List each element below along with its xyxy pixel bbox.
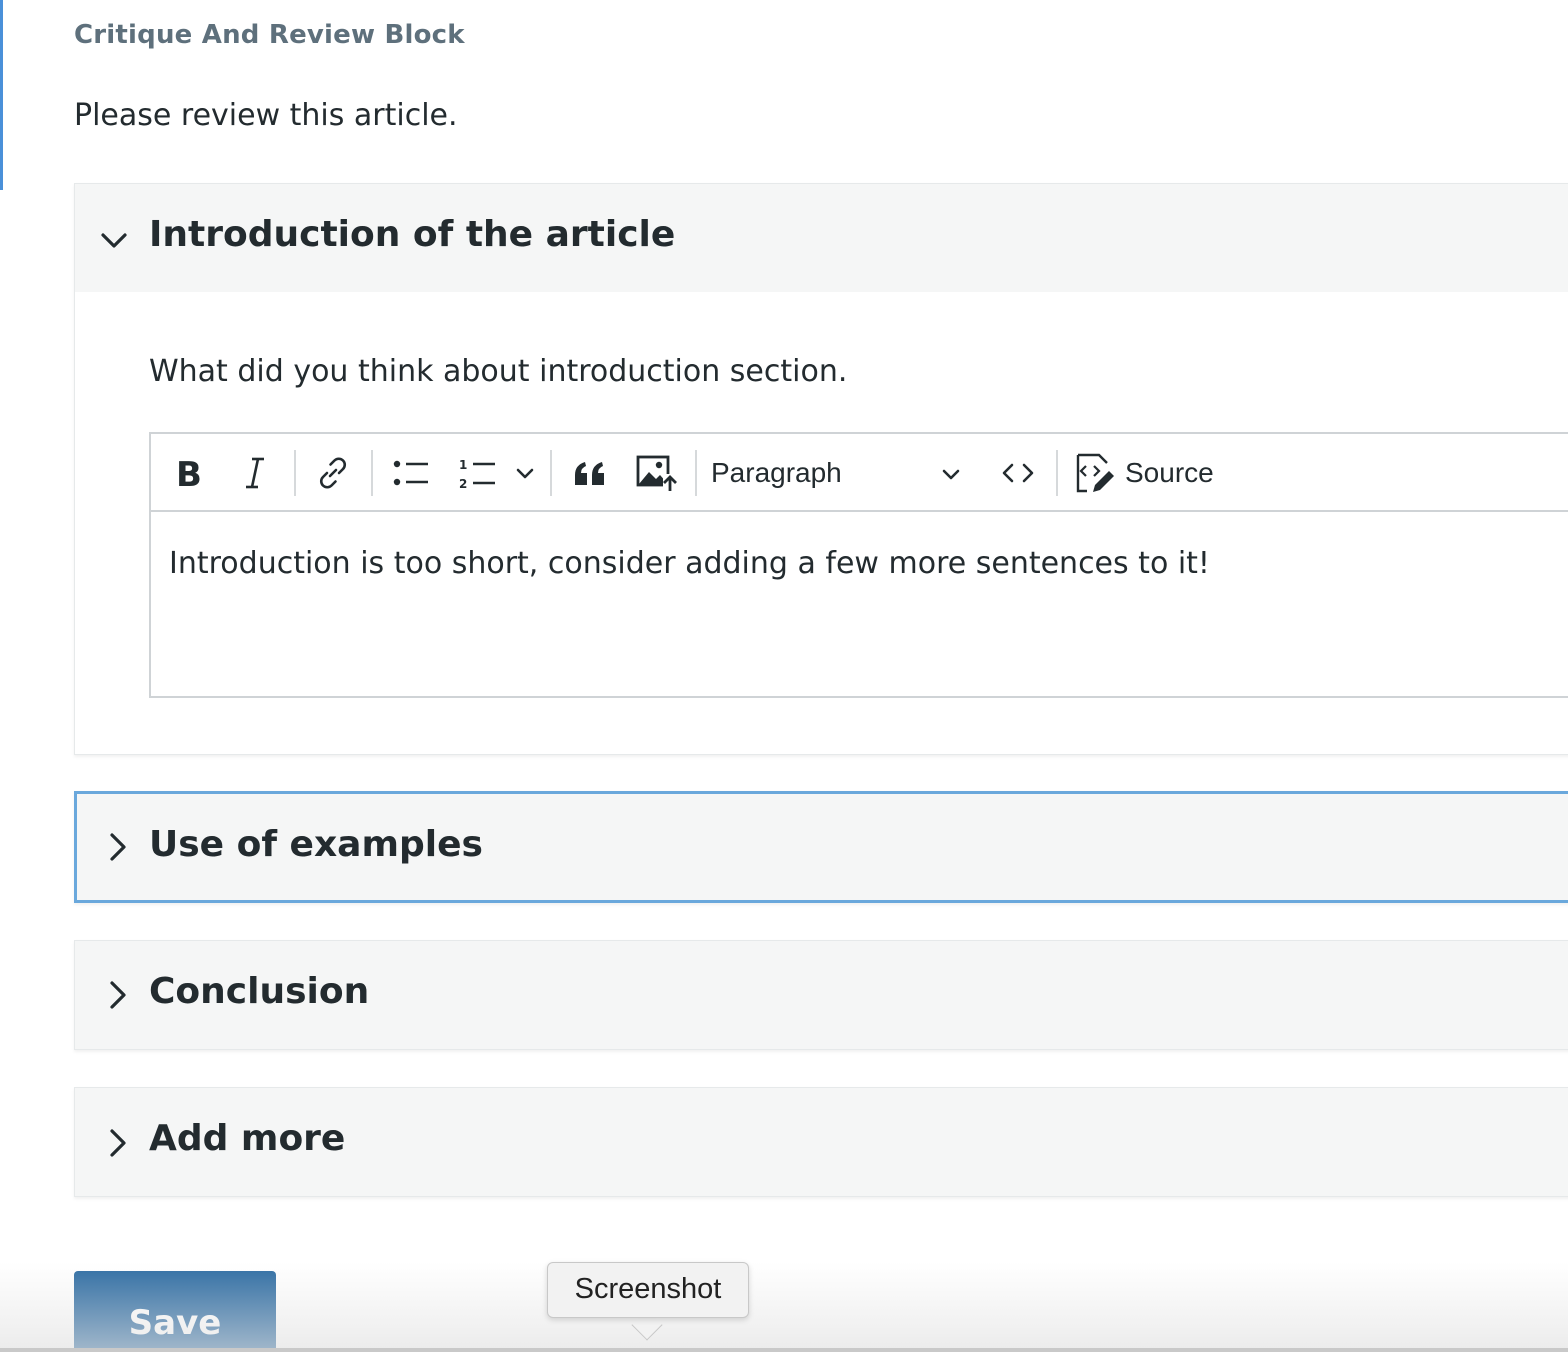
chevron-right-icon	[110, 833, 126, 861]
section-body-introduction: What did you think about introduction se…	[75, 292, 1568, 754]
section-label: Introduction of the article	[149, 214, 676, 255]
code-icon	[1002, 463, 1034, 483]
numbered-list-icon: 1 2	[459, 458, 495, 490]
rich-text-editor: B 1 2 Paragraph Source Introduction is t…	[149, 432, 1568, 698]
numbered-list-dropdown[interactable]	[507, 434, 543, 512]
page: Critique And Review Block Please review …	[0, 0, 1568, 1352]
section-label: Use of examples	[149, 824, 483, 865]
toolbar-separator	[294, 450, 296, 496]
block-instructions: Please review this article.	[74, 98, 458, 133]
toolbar-separator	[1056, 450, 1058, 496]
block-quote-icon	[575, 462, 604, 485]
heading-select[interactable]: Paragraph	[711, 434, 971, 512]
editor-toolbar: B 1 2 Paragraph Source	[151, 434, 1568, 512]
svg-text:1: 1	[459, 458, 467, 472]
bulleted-list-button[interactable]	[387, 434, 435, 512]
section-header-conclusion[interactable]: Conclusion	[75, 941, 1568, 1049]
section-header-introduction[interactable]: Introduction of the article	[75, 184, 1568, 292]
chevron-right-icon	[110, 1129, 126, 1157]
code-button[interactable]	[993, 434, 1043, 512]
toolbar-separator	[550, 450, 552, 496]
bulleted-list-icon	[393, 460, 428, 486]
save-button[interactable]: Save	[74, 1271, 276, 1352]
italic-icon	[246, 457, 264, 489]
block-quote-button[interactable]	[565, 434, 615, 512]
insert-image-icon	[636, 455, 677, 492]
section-label: Add more	[149, 1118, 346, 1159]
section-add-more: Add more	[74, 1087, 1568, 1197]
chevron-right-icon	[110, 981, 126, 1009]
section-header-add-more[interactable]: Add more	[75, 1088, 1568, 1196]
italic-button[interactable]	[231, 434, 279, 512]
section-label: Conclusion	[149, 971, 370, 1012]
source-button[interactable]: Source	[1075, 434, 1215, 512]
chevron-down-icon	[516, 468, 534, 479]
toolbar-separator	[695, 450, 697, 496]
heading-select-value: Paragraph	[711, 457, 842, 488]
toolbar-separator	[371, 450, 373, 496]
link-button[interactable]	[309, 434, 357, 512]
section-prompt: What did you think about introduction se…	[149, 354, 848, 389]
editor-content-input[interactable]: Introduction is too short, consider addi…	[169, 546, 1210, 581]
screenshot-tooltip: Screenshot	[547, 1262, 749, 1318]
section-use-of-examples: Use of examples	[74, 791, 1568, 903]
svg-text:B: B	[176, 456, 202, 490]
section-header-use-of-examples[interactable]: Use of examples	[77, 794, 1568, 902]
source-label: Source	[1125, 457, 1214, 488]
link-icon	[320, 457, 346, 489]
section-introduction: Introduction of the article What did you…	[74, 183, 1568, 755]
bold-button[interactable]: B	[165, 434, 213, 512]
chevron-down-icon	[101, 233, 127, 248]
section-conclusion: Conclusion	[74, 940, 1568, 1050]
left-accent-bar	[0, 0, 3, 190]
numbered-list-button[interactable]: 1 2	[453, 434, 501, 512]
block-title: Critique And Review Block	[74, 20, 465, 50]
insert-image-button[interactable]	[631, 434, 683, 512]
source-icon	[1076, 453, 1114, 493]
chevron-down-icon	[942, 469, 960, 480]
svg-text:2: 2	[459, 477, 467, 490]
bottom-edge	[0, 1348, 1568, 1352]
bold-icon: B	[176, 456, 202, 490]
